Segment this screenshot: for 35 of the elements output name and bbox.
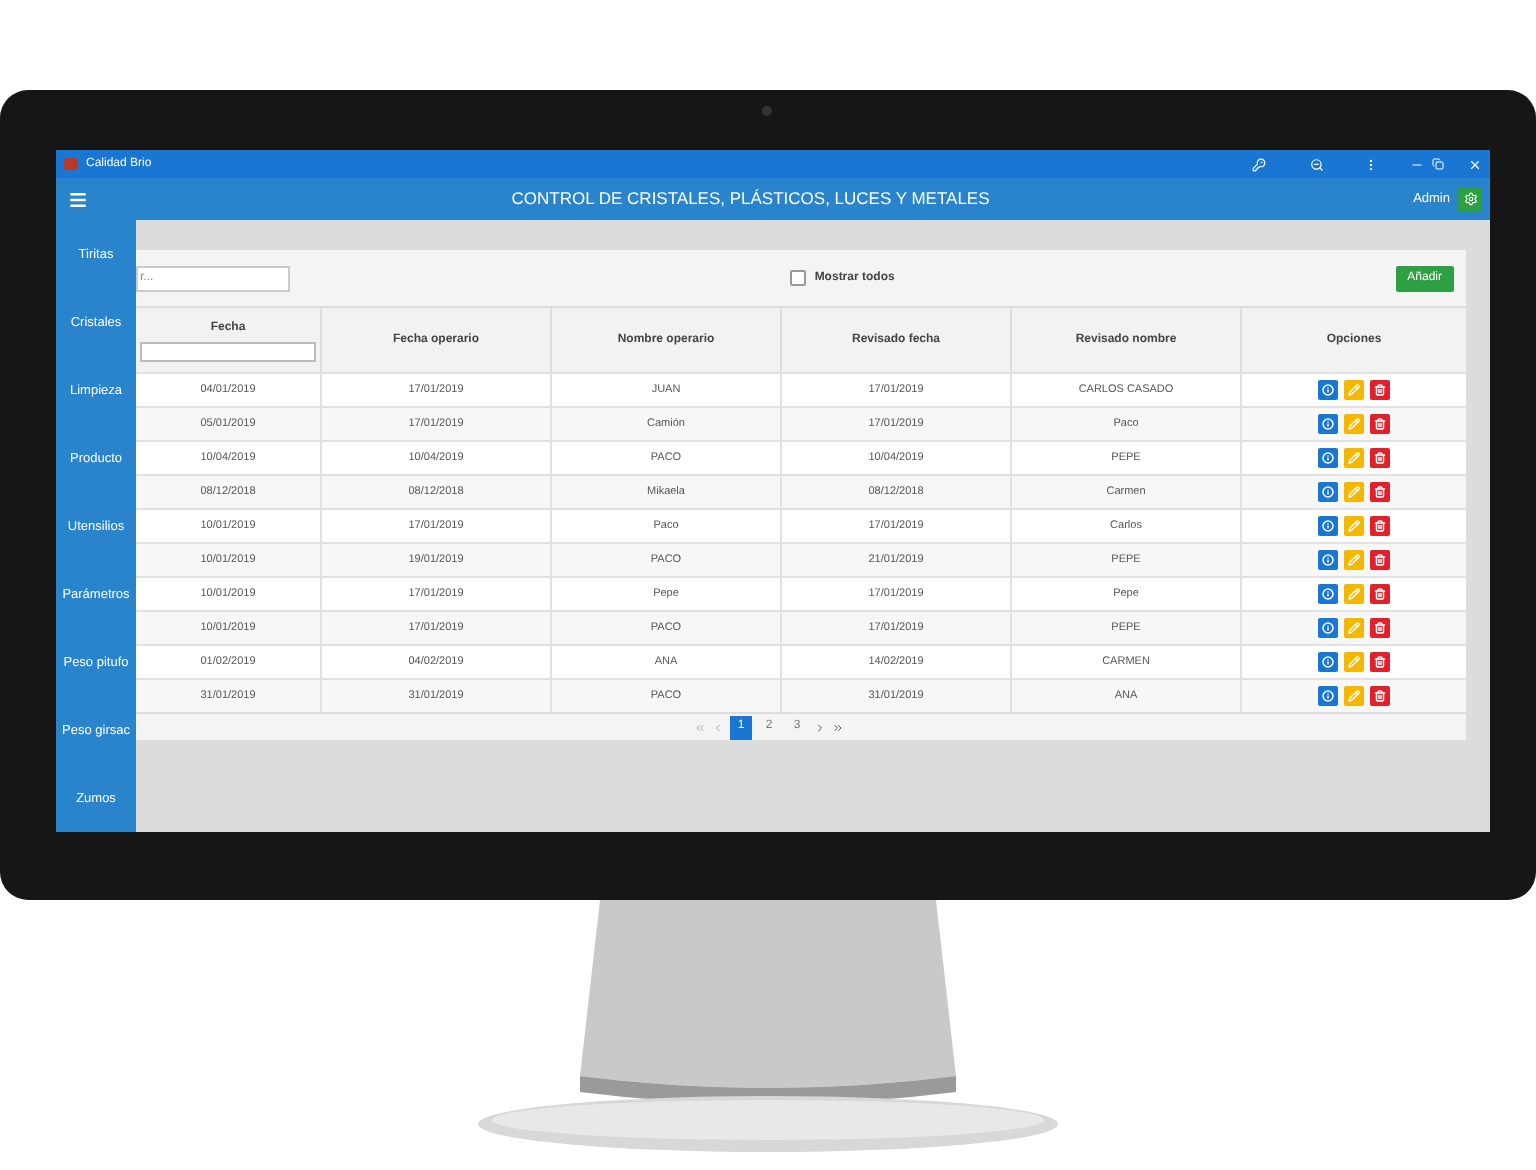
- menu-icon[interactable]: [68, 189, 88, 209]
- info-button[interactable]: [1318, 686, 1338, 706]
- info-button[interactable]: [1318, 482, 1338, 502]
- page-title: CONTROL DE CRISTALES, PLÁSTICOS, LUCES Y METALES: [509, 186, 992, 212]
- app-icon: [64, 158, 78, 170]
- camera-icon: [762, 106, 772, 116]
- info-button[interactable]: [1318, 652, 1338, 672]
- delete-button[interactable]: [1370, 448, 1390, 468]
- info-button[interactable]: [1318, 584, 1338, 604]
- delete-button[interactable]: [1370, 652, 1390, 672]
- next-page-icon[interactable]: [814, 721, 826, 733]
- info-button[interactable]: [1318, 380, 1338, 400]
- zoom-out-icon[interactable]: [1310, 157, 1324, 171]
- info-button[interactable]: [1318, 550, 1338, 570]
- delete-button[interactable]: [1370, 618, 1390, 638]
- key-icon[interactable]: [1252, 157, 1266, 171]
- show-all-checkbox[interactable]: [790, 270, 807, 286]
- delete-button[interactable]: [1370, 516, 1390, 536]
- delete-button[interactable]: [1370, 584, 1390, 604]
- more-icon[interactable]: [1364, 157, 1378, 171]
- last-page-icon[interactable]: [832, 721, 844, 733]
- delete-button[interactable]: [1370, 686, 1390, 706]
- restore-icon[interactable]: [1432, 158, 1444, 170]
- gear-icon: [1463, 192, 1477, 206]
- settings-button[interactable]: [1458, 187, 1482, 211]
- info-button[interactable]: [1318, 414, 1338, 434]
- info-button[interactable]: [1318, 516, 1338, 536]
- info-button[interactable]: [1318, 618, 1338, 638]
- delete-button[interactable]: [1370, 414, 1390, 434]
- date-filter-field[interactable]: [140, 341, 316, 361]
- delete-button[interactable]: [1370, 550, 1390, 570]
- info-button[interactable]: [1318, 448, 1338, 468]
- delete-button[interactable]: [1370, 482, 1390, 502]
- delete-button[interactable]: [1370, 380, 1390, 400]
- close-icon[interactable]: [1468, 157, 1482, 171]
